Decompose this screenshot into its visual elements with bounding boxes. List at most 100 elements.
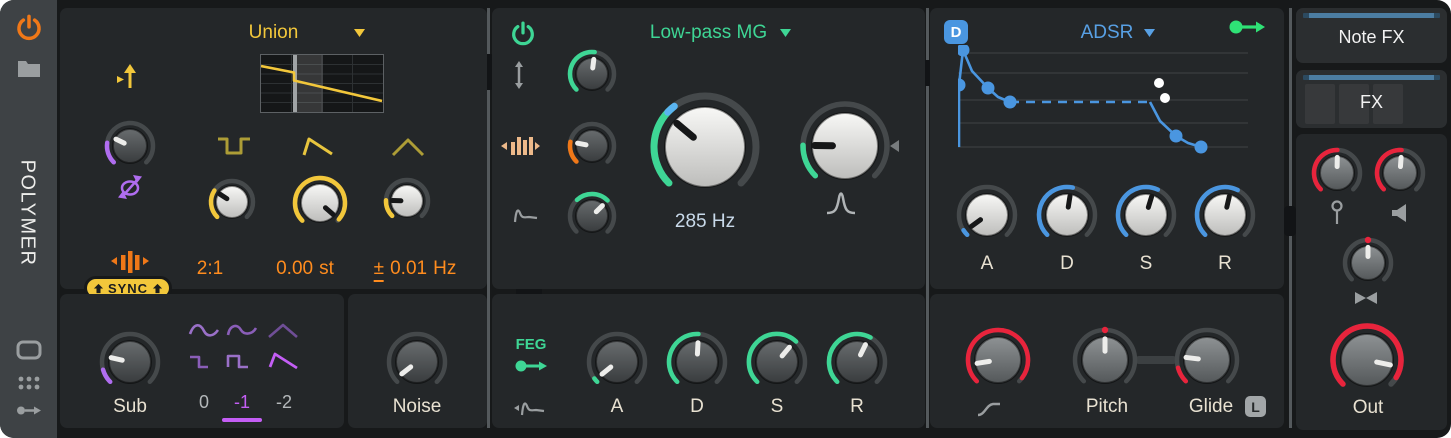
phase-knob[interactable]: [101, 117, 159, 175]
remote-controls-icon[interactable]: [15, 339, 43, 366]
chevron-down-icon[interactable]: [1144, 29, 1155, 37]
shift-updown-icon: [512, 59, 526, 96]
saw-wave-icon: [301, 135, 335, 164]
sub-saw-wave-icon[interactable]: [267, 351, 299, 376]
phase-icon: [115, 172, 145, 207]
osc-ratio-value[interactable]: 2:1: [197, 258, 223, 280]
legato-badge[interactable]: L: [1245, 396, 1266, 417]
speaker-icon: [1390, 202, 1410, 229]
keytrack-icon: [499, 132, 541, 165]
sub-square-wave-icon[interactable]: [226, 351, 258, 376]
amp-envelope-display[interactable]: [958, 45, 1250, 160]
sub-octave-minus2[interactable]: -2: [276, 392, 292, 413]
velocity-knob[interactable]: [1308, 144, 1366, 202]
sub-label: Sub: [113, 396, 147, 418]
pan-knob[interactable]: [1339, 234, 1397, 292]
cutoff-value[interactable]: 285 Hz: [675, 211, 735, 233]
filter-keytrack-knob[interactable]: [564, 118, 620, 174]
noise-level-knob[interactable]: [383, 328, 451, 396]
sub-sine-wave-icon[interactable]: [188, 321, 220, 346]
note-fx-label: Note FX: [1296, 27, 1447, 48]
note-fx-chain-bar: [1303, 13, 1440, 18]
panel-handle[interactable]: [1284, 206, 1296, 236]
fx-label: FX: [1296, 92, 1447, 113]
mod-source-icon[interactable]: [515, 359, 549, 378]
oscillator-panel: Union 2:1 0.00st ±0.01Hz: [60, 8, 487, 289]
feg-release-knob[interactable]: [823, 328, 891, 396]
pitch-label: Pitch: [1086, 396, 1128, 418]
chevron-down-icon[interactable]: [780, 29, 791, 37]
square-level-knob[interactable]: [205, 175, 259, 229]
knob-label-r: R: [1218, 253, 1232, 275]
glide-label: Glide: [1189, 396, 1233, 418]
crossfade-icon: [1353, 290, 1379, 311]
filter-env-amount-knob[interactable]: [564, 188, 620, 244]
knob-label-d: D: [1060, 253, 1074, 275]
rise-curve-icon: [976, 400, 1002, 423]
aeg-decay-knob[interactable]: [1033, 181, 1101, 249]
parameter-dots-icon[interactable]: [16, 374, 42, 397]
fx-box[interactable]: FX: [1296, 70, 1447, 128]
envelope-select-icon[interactable]: [512, 398, 546, 423]
selected-octave-underline: [222, 418, 262, 422]
feg-sustain-knob[interactable]: [743, 328, 811, 396]
pitch-knob[interactable]: [1069, 324, 1141, 396]
saw-level-knob[interactable]: [289, 172, 351, 234]
aeg-attack-knob[interactable]: [953, 181, 1021, 249]
knob-label-s: S: [771, 396, 784, 418]
bend-curve-knob[interactable]: [962, 324, 1034, 396]
oscillator-type-selector[interactable]: Union: [60, 22, 487, 44]
filter-shift-knob[interactable]: [564, 46, 620, 102]
sub-rounded-wave-icon[interactable]: [226, 321, 258, 346]
glide-knob[interactable]: [1171, 324, 1243, 396]
polymer-device: POLYMER Union: [0, 0, 1451, 438]
pitch-up-mode-icon[interactable]: [115, 62, 139, 95]
triangle-level-knob[interactable]: [380, 174, 434, 228]
knob-label-a: A: [611, 396, 624, 418]
fx-chain-bar: [1303, 75, 1440, 80]
filter-resonance-knob[interactable]: [797, 98, 893, 194]
osc-detune-value[interactable]: 0.00st: [276, 258, 334, 280]
aeg-sustain-knob[interactable]: [1112, 181, 1180, 249]
sub-octave-minus1[interactable]: -1: [234, 392, 250, 413]
out-main-knob[interactable]: [1327, 320, 1407, 400]
sub-triangle-wave-icon[interactable]: [267, 321, 299, 346]
modulation-routes-icon[interactable]: [16, 404, 42, 422]
osc-spread-value[interactable]: ±0.01Hz: [374, 258, 457, 282]
velocity-key-icon: [1331, 200, 1343, 231]
volume-knob[interactable]: [1371, 144, 1429, 202]
knob-label-a: A: [981, 253, 994, 275]
preset-folder-icon[interactable]: [17, 58, 41, 83]
aeg-release-knob[interactable]: [1191, 181, 1259, 249]
knob-label-s: S: [1140, 253, 1153, 275]
triangle-left-icon[interactable]: [889, 139, 901, 158]
knob-label-r: R: [850, 396, 864, 418]
filter-envelope-panel: FEG A D S R: [492, 294, 925, 428]
arrow-up-icon: [152, 283, 163, 294]
noise-panel: Noise: [348, 294, 487, 428]
feg-decay-knob[interactable]: [663, 328, 731, 396]
oscillator-waveform-display[interactable]: [260, 54, 384, 113]
feg-attack-knob[interactable]: [583, 328, 651, 396]
pitch-panel: Pitch Glide L: [930, 294, 1284, 428]
filter-type-selector[interactable]: Low-pass MG: [492, 22, 925, 44]
sub-level-knob[interactable]: [96, 328, 164, 396]
arrow-up-icon: [93, 283, 104, 294]
resonance-peak-icon: [825, 190, 857, 221]
sub-octave-0[interactable]: 0: [199, 392, 209, 413]
triangle-wave-icon: [391, 136, 425, 163]
device-name-label: POLYMER: [16, 160, 39, 267]
device-power-icon[interactable]: [15, 14, 43, 47]
chevron-down-icon[interactable]: [354, 29, 365, 37]
output-panel: Out: [1296, 134, 1447, 430]
noise-label: Noise: [393, 396, 442, 418]
note-fx-box[interactable]: Note FX: [1296, 8, 1447, 63]
amp-envelope-panel: D ADSR A D S R: [930, 8, 1284, 289]
feg-label: FEG: [516, 336, 547, 353]
out-label: Out: [1353, 397, 1384, 419]
filter-panel: Low-pass MG 285 Hz: [492, 8, 925, 289]
filter-cutoff-knob[interactable]: [648, 90, 762, 204]
sub-pulse-wave-icon[interactable]: [188, 351, 220, 376]
sub-oscillator-panel: Sub 0 -1 -2: [60, 294, 344, 428]
mod-output-icon[interactable]: [1229, 19, 1267, 40]
